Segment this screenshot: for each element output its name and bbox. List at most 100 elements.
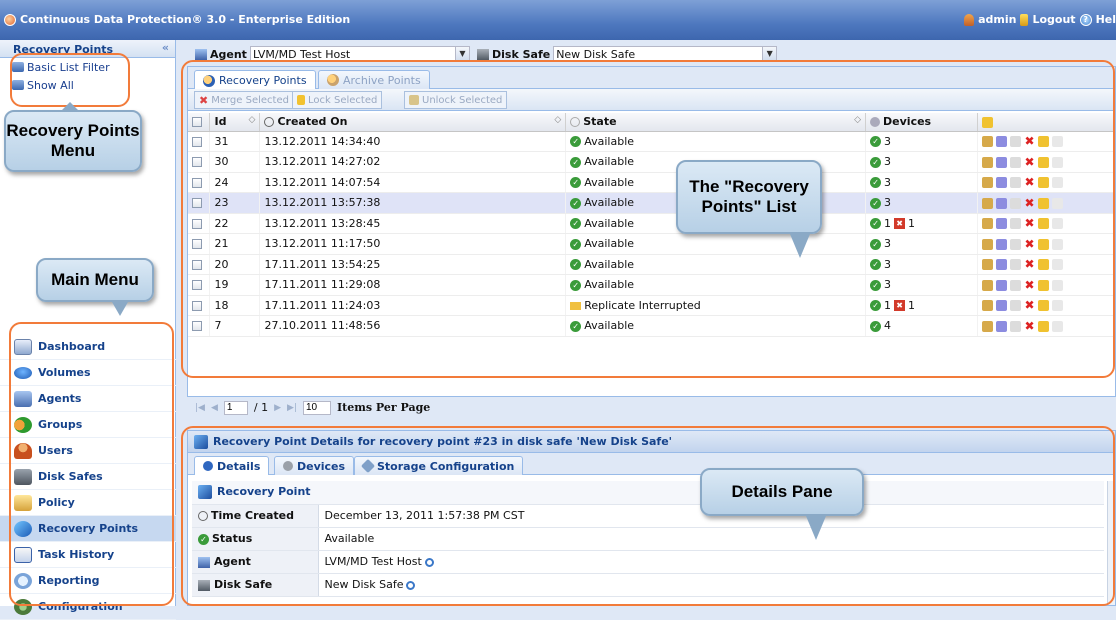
- menu-item-agents[interactable]: Agents: [0, 386, 176, 412]
- browse-icon[interactable]: [982, 320, 993, 332]
- lock-icon[interactable]: [1038, 238, 1049, 250]
- collapse-sidebar-icon[interactable]: «: [162, 41, 169, 54]
- table-row[interactable]: 18 17.11.2011 11:24:03 Replicate Interrupt…: [188, 295, 1115, 316]
- menu-item-policy[interactable]: Policy: [0, 490, 176, 516]
- shield-icon[interactable]: [996, 136, 1007, 148]
- shield-icon[interactable]: [996, 300, 1007, 312]
- disk-safe-select[interactable]: New Disk Safe ▼: [553, 46, 778, 62]
- delete-icon[interactable]: ✖: [1024, 217, 1035, 229]
- menu-item-disk-safes[interactable]: Disk Safes: [0, 464, 176, 490]
- select-all-checkbox[interactable]: [192, 117, 202, 128]
- vertical-splitter[interactable]: [177, 40, 187, 606]
- delete-icon[interactable]: ✖: [1024, 279, 1035, 291]
- menu-item-dashboard[interactable]: Dashboard: [0, 334, 176, 360]
- delete-icon[interactable]: ✖: [1024, 299, 1035, 311]
- help-link[interactable]: Hel: [1096, 13, 1116, 26]
- browse-icon[interactable]: [982, 259, 993, 271]
- unlock-icon[interactable]: [1052, 300, 1063, 312]
- browse-icon[interactable]: [982, 136, 993, 148]
- menu-item-recovery-points[interactable]: Recovery Points: [0, 516, 176, 542]
- table-row[interactable]: 19 17.11.2011 11:29:08 ✓ Available ✓ 3 ✖: [188, 274, 1115, 296]
- first-page-icon[interactable]: |◀: [195, 403, 205, 413]
- row-select-cell[interactable]: [188, 233, 211, 255]
- shield-icon[interactable]: [996, 279, 1007, 291]
- view-icon[interactable]: [1010, 197, 1021, 209]
- merge-selected-button[interactable]: ✖ Merge Selected: [194, 91, 294, 109]
- menu-item-configuration[interactable]: Configuration: [0, 594, 176, 620]
- lock-icon[interactable]: [1038, 156, 1049, 168]
- basic-list-filter-link[interactable]: Basic List Filter: [0, 58, 175, 76]
- view-icon[interactable]: [1010, 300, 1021, 312]
- unlock-icon[interactable]: [1052, 279, 1063, 291]
- magnifier-icon[interactable]: [424, 557, 434, 567]
- delete-icon[interactable]: ✖: [1024, 258, 1035, 270]
- tab-recovery-points[interactable]: Recovery Points: [194, 70, 316, 90]
- row-select-cell[interactable]: [188, 131, 211, 152]
- browse-icon[interactable]: [982, 177, 993, 189]
- row-select-cell[interactable]: [188, 172, 211, 193]
- shield-icon[interactable]: [996, 259, 1007, 271]
- row-checkbox[interactable]: [192, 239, 202, 250]
- lock-icon[interactable]: [1038, 300, 1049, 312]
- row-checkbox[interactable]: [192, 177, 202, 188]
- shield-icon[interactable]: [996, 238, 1007, 250]
- page-number-input[interactable]: [223, 400, 248, 415]
- tab-archive-points[interactable]: Archive Points: [318, 70, 430, 89]
- row-checkbox[interactable]: [192, 198, 202, 209]
- next-page-icon[interactable]: ▶: [274, 403, 281, 413]
- view-icon[interactable]: [1010, 259, 1021, 271]
- tab-details[interactable]: Details: [194, 456, 270, 475]
- table-row[interactable]: 7 27.10.2011 11:48:56 ✓ Available ✓ 4 ✖: [188, 315, 1115, 337]
- shield-icon[interactable]: [996, 320, 1007, 332]
- delete-icon[interactable]: ✖: [1024, 197, 1035, 209]
- menu-item-users[interactable]: Users: [0, 438, 176, 464]
- delete-icon[interactable]: ✖: [1024, 156, 1035, 168]
- browse-icon[interactable]: [982, 197, 993, 209]
- unlock-selected-button[interactable]: Unlock Selected: [404, 91, 508, 109]
- unlock-icon[interactable]: [1052, 259, 1063, 271]
- shield-icon[interactable]: [996, 177, 1007, 189]
- shield-icon[interactable]: [996, 197, 1007, 209]
- row-checkbox[interactable]: [192, 280, 202, 291]
- agent-select[interactable]: LVM/MD Test Host ▼: [249, 46, 470, 62]
- view-icon[interactable]: [1010, 156, 1021, 168]
- details-scrollbar[interactable]: [1107, 481, 1115, 605]
- row-checkbox[interactable]: [192, 136, 202, 147]
- magnifier-icon[interactable]: [406, 580, 416, 590]
- table-row[interactable]: 22 13.12.2011 13:28:45 ✓ Available ✓ 1 ✖ 1 ✖: [188, 213, 1115, 234]
- tab-storage-configuration[interactable]: Storage Configuration: [354, 456, 524, 475]
- chevron-down-icon[interactable]: ▼: [454, 47, 469, 61]
- row-checkbox[interactable]: [192, 300, 202, 311]
- column-devices[interactable]: Devices: [865, 113, 978, 132]
- browse-icon[interactable]: [982, 300, 993, 312]
- unlock-icon[interactable]: [1052, 156, 1063, 168]
- table-row[interactable]: 21 13.12.2011 11:17:50 ✓ Available ✓ 3 ✖: [188, 233, 1115, 255]
- prev-page-icon[interactable]: ◀: [211, 403, 218, 413]
- table-row[interactable]: 30 13.12.2011 14:27:02 ✓ Available ✓ 3 ✖: [188, 151, 1115, 173]
- tab-devices[interactable]: Devices: [274, 456, 355, 475]
- unlock-icon[interactable]: [1052, 218, 1063, 230]
- logout-link[interactable]: Logout: [1032, 13, 1075, 26]
- view-icon[interactable]: [1010, 218, 1021, 230]
- menu-item-reporting[interactable]: Reporting: [0, 568, 176, 594]
- table-row[interactable]: 31 13.12.2011 14:34:40 ✓ Available ✓ 3 ✖: [188, 131, 1115, 152]
- menu-item-volumes[interactable]: Volumes: [0, 360, 176, 386]
- table-row[interactable]: 20 17.11.2011 13:54:25 ✓ Available ✓ 3 ✖: [188, 254, 1115, 275]
- shield-icon[interactable]: [996, 218, 1007, 230]
- column-created-on[interactable]: Created On ◇: [259, 113, 567, 132]
- items-per-page-input[interactable]: [302, 400, 331, 415]
- browse-icon[interactable]: [982, 156, 993, 168]
- chevron-down-icon[interactable]: ▼: [762, 47, 777, 61]
- username[interactable]: admin: [978, 13, 1016, 26]
- delete-icon[interactable]: ✖: [1024, 320, 1035, 332]
- row-checkbox[interactable]: [192, 259, 202, 270]
- menu-item-task-history[interactable]: Task History: [0, 542, 176, 568]
- delete-icon[interactable]: ✖: [1024, 135, 1035, 147]
- row-select-cell[interactable]: [188, 254, 211, 275]
- lock-icon[interactable]: [1038, 177, 1049, 189]
- browse-icon[interactable]: [982, 279, 993, 291]
- table-row[interactable]: 23 13.12.2011 13:57:38 ✓ Available ✓ 3 ✖: [188, 192, 1115, 214]
- lock-icon[interactable]: [1038, 136, 1049, 148]
- row-select-cell[interactable]: [188, 192, 211, 214]
- view-icon[interactable]: [1010, 279, 1021, 291]
